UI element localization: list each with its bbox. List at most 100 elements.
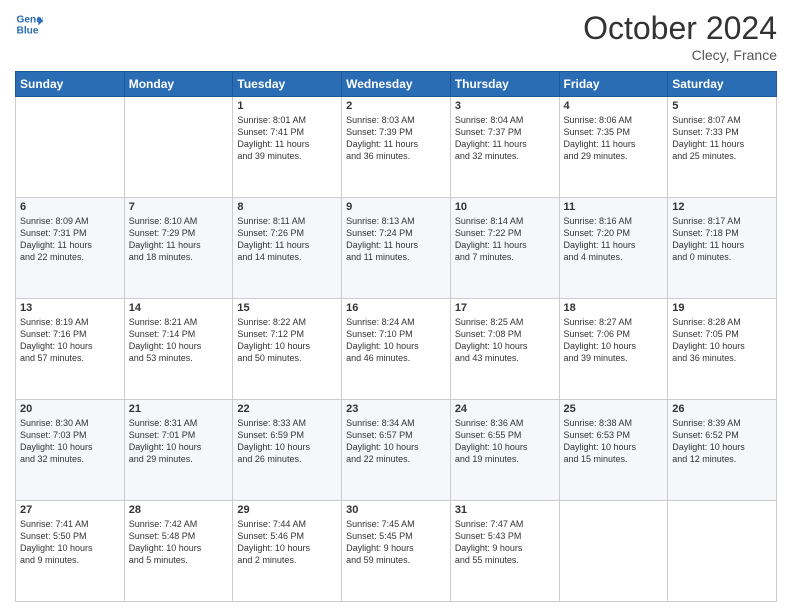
day-info: Sunrise: 8:38 AM Sunset: 6:53 PM Dayligh… [564,417,664,466]
calendar-cell [559,501,668,602]
day-info: Sunrise: 8:30 AM Sunset: 7:03 PM Dayligh… [20,417,120,466]
weekday-saturday: Saturday [668,72,777,97]
day-number: 30 [346,504,446,516]
day-number: 14 [129,302,229,314]
day-info: Sunrise: 8:24 AM Sunset: 7:10 PM Dayligh… [346,316,446,365]
day-info: Sunrise: 8:10 AM Sunset: 7:29 PM Dayligh… [129,215,229,264]
day-info: Sunrise: 8:19 AM Sunset: 7:16 PM Dayligh… [20,316,120,365]
day-number: 9 [346,201,446,213]
day-info: Sunrise: 7:45 AM Sunset: 5:45 PM Dayligh… [346,518,446,567]
day-info: Sunrise: 8:28 AM Sunset: 7:05 PM Dayligh… [672,316,772,365]
calendar-cell: 15 Sunrise: 8:22 AM Sunset: 7:12 PM Dayli… [233,299,342,400]
day-info: Sunrise: 8:39 AM Sunset: 6:52 PM Dayligh… [672,417,772,466]
calendar-row-4: 20 Sunrise: 8:30 AM Sunset: 7:03 PM Dayli… [16,400,777,501]
day-number: 20 [20,403,120,415]
day-number: 3 [455,100,555,112]
calendar-cell: 7 Sunrise: 8:10 AM Sunset: 7:29 PM Daylig… [124,198,233,299]
day-number: 21 [129,403,229,415]
day-info: Sunrise: 8:14 AM Sunset: 7:22 PM Dayligh… [455,215,555,264]
weekday-wednesday: Wednesday [342,72,451,97]
day-info: Sunrise: 8:11 AM Sunset: 7:26 PM Dayligh… [237,215,337,264]
day-number: 8 [237,201,337,213]
calendar-cell [16,97,125,198]
calendar-cell: 22 Sunrise: 8:33 AM Sunset: 6:59 PM Dayli… [233,400,342,501]
day-number: 27 [20,504,120,516]
logo: General Blue [15,10,43,38]
day-number: 22 [237,403,337,415]
page: General Blue October 2024 Clecy, France … [0,0,792,612]
calendar-cell: 24 Sunrise: 8:36 AM Sunset: 6:55 PM Dayli… [450,400,559,501]
calendar-cell: 1Sunrise: 8:01 AM Sunset: 7:41 PM Daylig… [233,97,342,198]
day-info: Sunrise: 8:33 AM Sunset: 6:59 PM Dayligh… [237,417,337,466]
logo-icon: General Blue [15,10,43,38]
weekday-thursday: Thursday [450,72,559,97]
weekday-friday: Friday [559,72,668,97]
day-number: 2 [346,100,446,112]
day-info: Sunrise: 8:03 AM Sunset: 7:39 PM Dayligh… [346,114,446,163]
svg-text:Blue: Blue [17,25,39,36]
location: Clecy, France [583,47,777,63]
day-info: Sunrise: 8:01 AM Sunset: 7:41 PM Dayligh… [237,114,337,163]
day-info: Sunrise: 8:09 AM Sunset: 7:31 PM Dayligh… [20,215,120,264]
calendar-cell [124,97,233,198]
day-info: Sunrise: 8:36 AM Sunset: 6:55 PM Dayligh… [455,417,555,466]
day-info: Sunrise: 8:04 AM Sunset: 7:37 PM Dayligh… [455,114,555,163]
day-number: 10 [455,201,555,213]
calendar-cell: 25 Sunrise: 8:38 AM Sunset: 6:53 PM Dayli… [559,400,668,501]
calendar-table: SundayMondayTuesdayWednesdayThursdayFrid… [15,71,777,602]
day-number: 16 [346,302,446,314]
calendar-row-3: 13 Sunrise: 8:19 AM Sunset: 7:16 PM Dayli… [16,299,777,400]
day-info: Sunrise: 8:13 AM Sunset: 7:24 PM Dayligh… [346,215,446,264]
day-info: Sunrise: 8:34 AM Sunset: 6:57 PM Dayligh… [346,417,446,466]
calendar-cell: 19 Sunrise: 8:28 AM Sunset: 7:05 PM Dayli… [668,299,777,400]
calendar-cell: 5 Sunrise: 8:07 AM Sunset: 7:33 PM Daylig… [668,97,777,198]
day-number: 24 [455,403,555,415]
calendar-cell: 4Sunrise: 8:06 AM Sunset: 7:35 PM Daylig… [559,97,668,198]
day-info: Sunrise: 8:07 AM Sunset: 7:33 PM Dayligh… [672,114,772,163]
day-number: 5 [672,100,772,112]
calendar-cell: 3 Sunrise: 8:04 AM Sunset: 7:37 PM Daylig… [450,97,559,198]
weekday-header-row: SundayMondayTuesdayWednesdayThursdayFrid… [16,72,777,97]
day-number: 6 [20,201,120,213]
calendar-cell: 23 Sunrise: 8:34 AM Sunset: 6:57 PM Dayli… [342,400,451,501]
day-info: Sunrise: 8:22 AM Sunset: 7:12 PM Dayligh… [237,316,337,365]
day-info: Sunrise: 8:21 AM Sunset: 7:14 PM Dayligh… [129,316,229,365]
calendar-cell: 27Sunrise: 7:41 AM Sunset: 5:50 PM Dayli… [16,501,125,602]
month-title: October 2024 [583,10,777,47]
day-number: 18 [564,302,664,314]
day-info: Sunrise: 8:06 AM Sunset: 7:35 PM Dayligh… [564,114,664,163]
day-number: 29 [237,504,337,516]
day-info: Sunrise: 7:42 AM Sunset: 5:48 PM Dayligh… [129,518,229,567]
calendar-cell: 28 Sunrise: 7:42 AM Sunset: 5:48 PM Dayli… [124,501,233,602]
calendar-cell: 2 Sunrise: 8:03 AM Sunset: 7:39 PM Daylig… [342,97,451,198]
calendar-cell: 29Sunrise: 7:44 AM Sunset: 5:46 PM Dayli… [233,501,342,602]
day-number: 31 [455,504,555,516]
day-info: Sunrise: 7:47 AM Sunset: 5:43 PM Dayligh… [455,518,555,567]
calendar-cell: 20 Sunrise: 8:30 AM Sunset: 7:03 PM Dayli… [16,400,125,501]
calendar-row-5: 27Sunrise: 7:41 AM Sunset: 5:50 PM Dayli… [16,501,777,602]
calendar-cell: 13 Sunrise: 8:19 AM Sunset: 7:16 PM Dayli… [16,299,125,400]
calendar-cell: 8 Sunrise: 8:11 AM Sunset: 7:26 PM Daylig… [233,198,342,299]
calendar-cell: 10 Sunrise: 8:14 AM Sunset: 7:22 PM Dayli… [450,198,559,299]
calendar-cell: 21 Sunrise: 8:31 AM Sunset: 7:01 PM Dayli… [124,400,233,501]
day-number: 12 [672,201,772,213]
day-info: Sunrise: 8:27 AM Sunset: 7:06 PM Dayligh… [564,316,664,365]
weekday-tuesday: Tuesday [233,72,342,97]
day-number: 28 [129,504,229,516]
day-number: 17 [455,302,555,314]
day-info: Sunrise: 8:16 AM Sunset: 7:20 PM Dayligh… [564,215,664,264]
weekday-sunday: Sunday [16,72,125,97]
day-number: 15 [237,302,337,314]
calendar-cell: 31 Sunrise: 7:47 AM Sunset: 5:43 PM Dayli… [450,501,559,602]
day-number: 7 [129,201,229,213]
day-number: 19 [672,302,772,314]
day-number: 11 [564,201,664,213]
calendar-cell: 6 Sunrise: 8:09 AM Sunset: 7:31 PM Daylig… [16,198,125,299]
day-number: 13 [20,302,120,314]
calendar-cell: 30 Sunrise: 7:45 AM Sunset: 5:45 PM Dayli… [342,501,451,602]
day-number: 23 [346,403,446,415]
day-info: Sunrise: 8:31 AM Sunset: 7:01 PM Dayligh… [129,417,229,466]
calendar-cell [668,501,777,602]
day-number: 25 [564,403,664,415]
calendar-row-1: 1Sunrise: 8:01 AM Sunset: 7:41 PM Daylig… [16,97,777,198]
